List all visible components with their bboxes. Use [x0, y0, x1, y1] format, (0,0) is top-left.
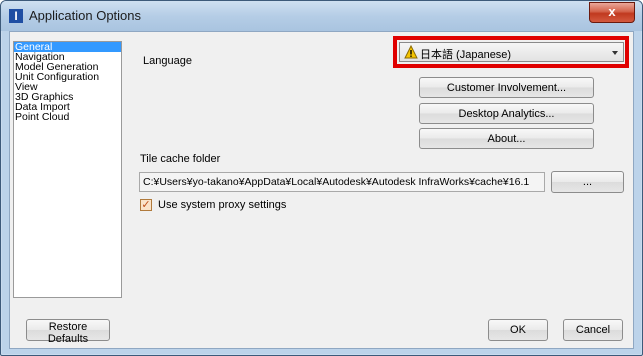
title-bar[interactable]: I Application Options x	[1, 1, 642, 31]
window-title: Application Options	[29, 8, 142, 23]
app-icon: I	[9, 9, 23, 23]
about-button[interactable]: About...	[419, 128, 594, 149]
nav-item-point-cloud[interactable]: Point Cloud	[14, 112, 121, 123]
ok-button[interactable]: OK	[488, 319, 548, 341]
proxy-checkbox[interactable]: ✓	[140, 199, 152, 211]
tile-cache-path-field[interactable]: C:¥Users¥yo-takano¥AppData¥Local¥Autodes…	[139, 172, 545, 192]
language-label: Language	[143, 55, 192, 67]
application-options-window: I Application Options x General Navigati…	[0, 0, 643, 356]
desktop-analytics-button[interactable]: Desktop Analytics...	[419, 103, 594, 124]
close-button[interactable]: x	[589, 2, 635, 23]
proxy-checkbox-label[interactable]: Use system proxy settings	[158, 199, 286, 211]
customer-involvement-button[interactable]: Customer Involvement...	[419, 77, 594, 98]
restore-defaults-button[interactable]: Restore Defaults	[26, 319, 110, 345]
category-list[interactable]: General Navigation Model Generation Unit…	[13, 41, 122, 298]
dialog-body: General Navigation Model Generation Unit…	[9, 31, 634, 349]
tile-cache-label: Tile cache folder	[140, 153, 221, 165]
browse-button[interactable]: ...	[551, 171, 624, 193]
chevron-down-icon	[612, 51, 618, 55]
checkmark-icon: ✓	[141, 199, 151, 211]
warning-icon	[404, 45, 418, 59]
language-dropdown[interactable]: 日本語 (Japanese)	[399, 42, 624, 62]
language-value: 日本語 (Japanese)	[420, 49, 512, 61]
cancel-button[interactable]: Cancel	[563, 319, 623, 341]
close-icon: x	[608, 4, 616, 19]
